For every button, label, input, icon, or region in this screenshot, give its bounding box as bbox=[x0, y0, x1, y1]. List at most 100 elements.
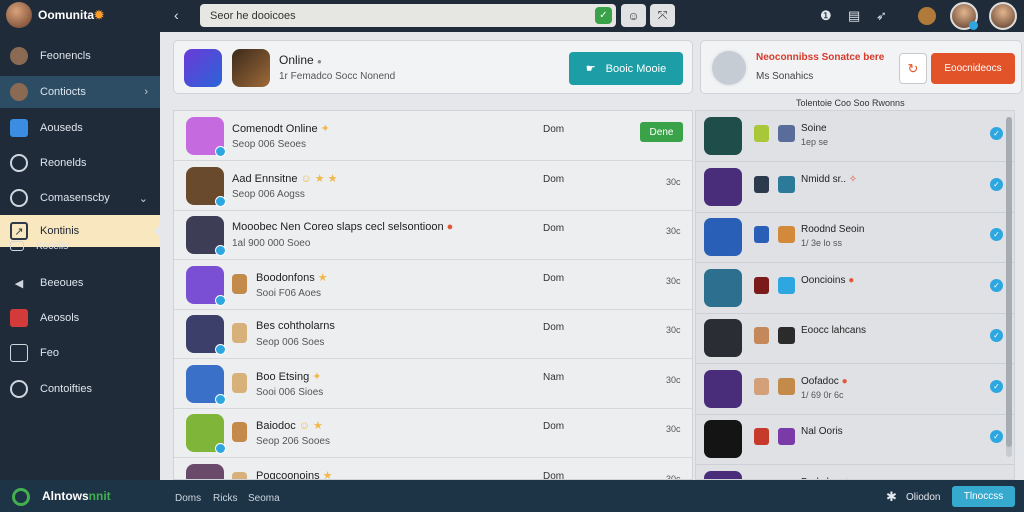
sidebar-item-9[interactable]: Feo bbox=[0, 337, 160, 369]
game-icon[interactable] bbox=[704, 167, 742, 206]
side-list-item[interactable]: Nmidd sr.. ✧ ✓ bbox=[696, 162, 1014, 213]
book-icon bbox=[10, 344, 28, 362]
sidebar-item-0[interactable]: Feonencls bbox=[0, 40, 160, 72]
item-status: Dom bbox=[543, 223, 565, 234]
side-list-item[interactable]: Soine 1ep se ✓ bbox=[696, 111, 1014, 162]
item-title: Eoocc lahcans bbox=[801, 325, 867, 336]
book-button[interactable]: ☛ Booic Mooie bbox=[569, 52, 683, 85]
list-item[interactable]: Baiodoc ☺ ★ Seop 206 Sooes Dom 30c bbox=[174, 408, 692, 458]
clock-icon bbox=[10, 189, 28, 207]
game-icon[interactable] bbox=[232, 49, 270, 87]
mini-avatar bbox=[232, 273, 247, 294]
check-icon[interactable]: ✓ bbox=[990, 379, 1003, 393]
back-icon[interactable]: ‹ bbox=[174, 7, 179, 23]
game-icon[interactable] bbox=[186, 117, 226, 157]
sidebar-item-10[interactable]: Contoifties bbox=[0, 373, 160, 405]
grid-icon bbox=[10, 241, 24, 251]
check-icon[interactable]: ✓ bbox=[990, 278, 1003, 292]
promo-title: Neoconnibss Sonatce bere bbox=[756, 52, 885, 63]
mini-avatar bbox=[232, 422, 247, 442]
game-icon[interactable] bbox=[186, 315, 226, 355]
list-item[interactable]: Boodonfons ★ Sooi F06 Aoes Dom 30c bbox=[174, 260, 692, 310]
check-icon[interactable]: ✓ bbox=[990, 430, 1003, 443]
item-title: Boo Etsing ✦ bbox=[256, 370, 322, 383]
item-subtitle: Seop 006 Seoes bbox=[232, 139, 306, 150]
game-icon[interactable] bbox=[186, 265, 226, 306]
footer-link-1[interactable]: Ricks bbox=[213, 493, 237, 504]
side-list-item[interactable]: Eoocc lahcans ✓ bbox=[696, 313, 1014, 364]
sidebar-item-label: Reonelds bbox=[40, 157, 87, 169]
game-icon[interactable] bbox=[186, 216, 226, 256]
item-subtitle: 1ep se bbox=[801, 137, 829, 147]
sidebar-item-8[interactable]: Aeosols bbox=[0, 302, 160, 334]
sidebar-item-3[interactable]: Reonelds bbox=[0, 147, 160, 179]
logo-icon bbox=[12, 488, 30, 506]
game-icon[interactable] bbox=[704, 369, 742, 408]
list-item[interactable]: Bes cohtholarns Seop 006 Soes Dom 30c bbox=[174, 309, 692, 359]
list-item[interactable]: Boo Etsing ✦ Sooi 006 Sioes Nam 30c bbox=[174, 359, 692, 409]
status-avatar[interactable] bbox=[918, 7, 936, 25]
footer-link-0[interactable]: Doms bbox=[175, 493, 201, 504]
side-list-item[interactable]: Oofadoc ● 1/ 69 0r 6c ✓ bbox=[696, 364, 1014, 415]
chat-button[interactable]: ☺ bbox=[621, 4, 646, 27]
game-icon[interactable] bbox=[704, 420, 742, 458]
app-icon[interactable] bbox=[184, 49, 222, 87]
scrollbar-thumb[interactable] bbox=[1006, 117, 1012, 447]
check-icon[interactable]: ✓ bbox=[990, 228, 1003, 241]
item-subtitle: 1/ 3e lo ss bbox=[801, 238, 843, 248]
brand[interactable]: Oomunita✹ bbox=[0, 0, 160, 30]
game-icon[interactable] bbox=[186, 463, 224, 479]
sidebar-item-label: Feonencls bbox=[40, 50, 91, 62]
item-title: Ooncioins ● bbox=[801, 274, 855, 286]
gear-icon[interactable]: ✱ bbox=[886, 489, 897, 505]
mini-icon bbox=[754, 327, 769, 344]
list-item[interactable]: Mooobec Nen Coreo slaps cecl selsontioon… bbox=[174, 210, 692, 260]
share-icon[interactable]: ➶ bbox=[876, 8, 887, 24]
user-avatar[interactable] bbox=[950, 2, 978, 30]
list-item[interactable]: Comenodt Online ✦ Seop 006 Seoes Dom Dene bbox=[174, 111, 692, 161]
expand-button[interactable]: ⤧ bbox=[650, 4, 675, 27]
side-list-item[interactable]: Bod sloe ✧✓ bbox=[696, 465, 1014, 479]
search-submit-button[interactable]: ✓ bbox=[595, 7, 612, 24]
side-list-item[interactable]: Roodnd Seoin 1/ 3e lo ss ✓ bbox=[696, 212, 1014, 263]
side-list-item[interactable]: Ooncioins ● ✓ bbox=[696, 263, 1014, 314]
item-status: Nam bbox=[543, 371, 565, 383]
list-item[interactable]: Pogcoonoins★Sops 005 TeoesDom30c bbox=[174, 458, 692, 479]
refresh-icon[interactable]: ↻ bbox=[899, 53, 927, 84]
item-status: Dom bbox=[543, 322, 565, 333]
list-item[interactable]: Aad Ennsitne ☺ ★ ★ Seop 006 Aogss Dom 30c bbox=[174, 161, 692, 211]
game-icon[interactable] bbox=[704, 268, 742, 307]
footer-link-2[interactable]: Seoma bbox=[248, 493, 280, 504]
check-icon[interactable]: ✓ bbox=[990, 329, 1003, 342]
game-icon[interactable] bbox=[704, 470, 742, 479]
inbox-icon[interactable]: ▤ bbox=[848, 8, 860, 24]
side-list-item[interactable]: Nal Ooris ✓ bbox=[696, 414, 1014, 465]
game-icon[interactable] bbox=[704, 319, 742, 357]
sidebar-item-7[interactable]: ◀ Beeoues bbox=[0, 267, 160, 299]
item-title: Nal Ooris bbox=[801, 426, 843, 437]
item-status: Dom bbox=[543, 421, 565, 432]
check-icon[interactable]: ✓ bbox=[990, 177, 1003, 191]
profile-avatar[interactable] bbox=[989, 2, 1017, 30]
mini-icon bbox=[754, 125, 769, 142]
game-icon[interactable] bbox=[186, 414, 226, 454]
sidebar-item-6[interactable]: Kocelis bbox=[0, 236, 160, 256]
sidebar-item-2[interactable]: Aouseds bbox=[0, 112, 160, 144]
item-title: Mooobec Nen Coreo slaps cecl selsontioon… bbox=[232, 221, 454, 233]
promo-button[interactable]: Eoocnideocs bbox=[931, 53, 1015, 84]
mini-icon bbox=[754, 377, 769, 395]
sidebar-item-1[interactable]: Contiocts › bbox=[0, 76, 160, 108]
check-icon[interactable]: ✓ bbox=[990, 127, 1003, 140]
search-input[interactable]: Seor he dooicoes ✓ bbox=[200, 4, 616, 27]
done-button[interactable]: Dene bbox=[640, 122, 683, 142]
game-icon[interactable] bbox=[186, 364, 226, 405]
mini-avatar bbox=[232, 323, 247, 343]
footer-button[interactable]: Tlnoccss bbox=[952, 486, 1015, 507]
notification-icon[interactable]: ❶ bbox=[820, 8, 832, 24]
game-icon[interactable] bbox=[704, 117, 742, 155]
game-icon[interactable] bbox=[704, 218, 742, 256]
game-icon[interactable] bbox=[186, 166, 226, 207]
search-value: Seor he dooicoes bbox=[210, 9, 296, 22]
scrollbar[interactable] bbox=[1006, 117, 1012, 457]
sidebar-item-4[interactable]: Comasenscby ⌄ bbox=[0, 182, 160, 214]
